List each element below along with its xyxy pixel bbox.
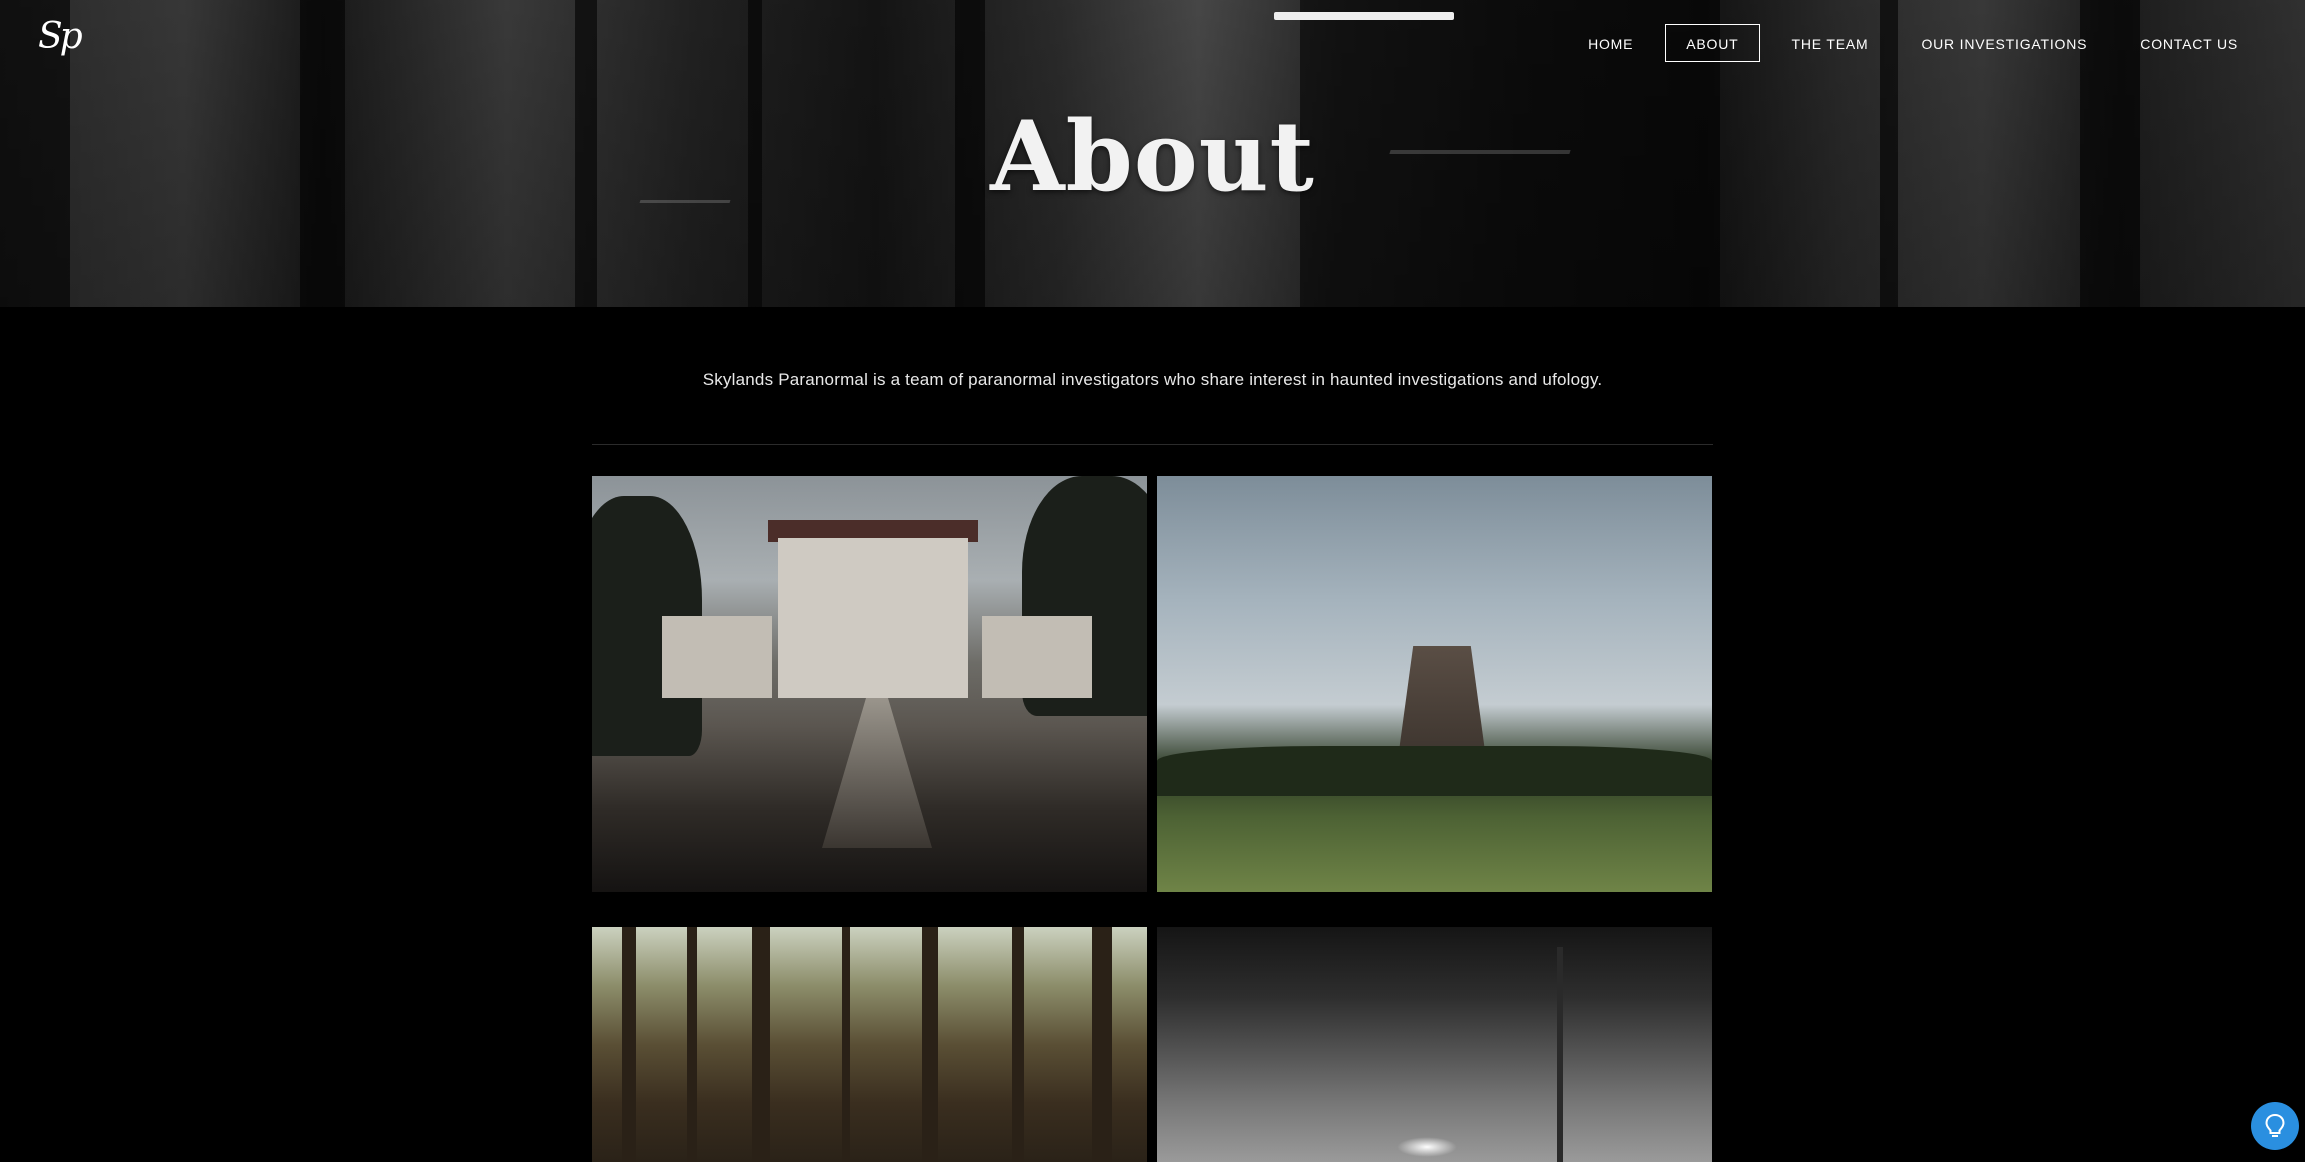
nav-item-contact-us[interactable]: CONTACT US bbox=[2119, 24, 2259, 62]
nav-item-home[interactable]: HOME bbox=[1567, 24, 1654, 62]
hero-banner: Sp HOME ABOUT THE TEAM OUR INVESTIGATION… bbox=[0, 0, 2305, 307]
nav-item-about[interactable]: ABOUT bbox=[1665, 24, 1760, 62]
intro-text: Skylands Paranormal is a team of paranor… bbox=[702, 370, 1603, 389]
help-button[interactable] bbox=[2251, 1102, 2299, 1150]
lightbulb-icon bbox=[2265, 1113, 2285, 1137]
nav-item-our-investigations[interactable]: OUR INVESTIGATIONS bbox=[1900, 24, 2108, 62]
rock-tower-photo[interactable] bbox=[1157, 476, 1712, 892]
nav-item-the-team[interactable]: THE TEAM bbox=[1771, 24, 1890, 62]
mansion-photo[interactable] bbox=[592, 476, 1147, 892]
forest-photo[interactable] bbox=[592, 927, 1147, 1162]
main-nav: HOME ABOUT THE TEAM OUR INVESTIGATIONS C… bbox=[1556, 24, 2259, 62]
foggy-road-photo[interactable] bbox=[1157, 927, 1712, 1162]
section-divider bbox=[592, 444, 1713, 445]
site-logo[interactable]: Sp bbox=[38, 16, 83, 57]
page-title: About bbox=[990, 100, 1315, 213]
